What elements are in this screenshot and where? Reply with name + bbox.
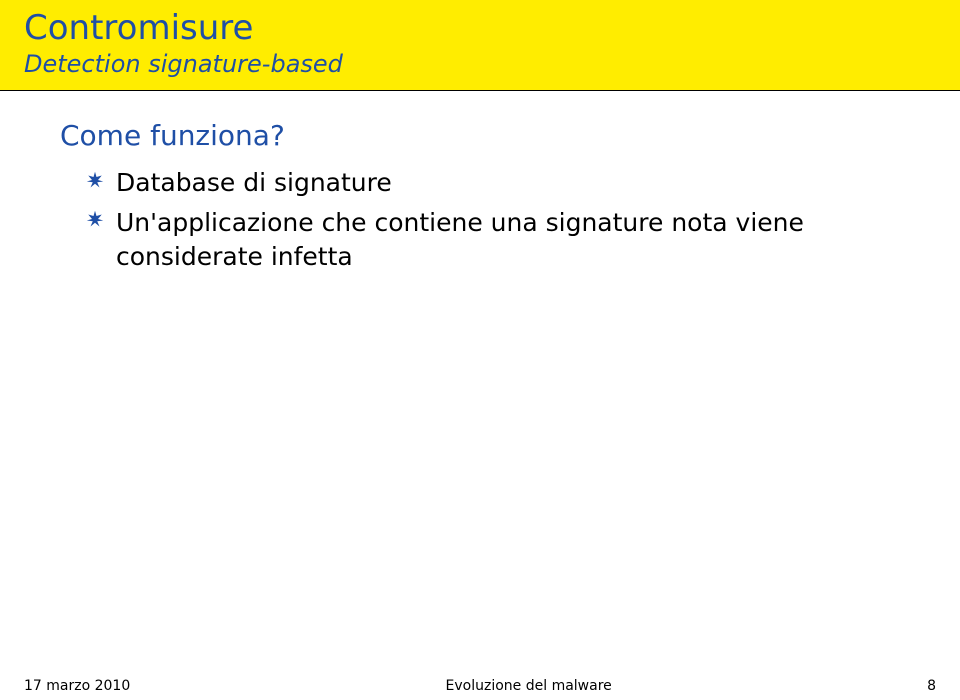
footer-date: 17 marzo 2010 bbox=[24, 678, 130, 694]
bullet-list: Database di signature Un'applicazione ch… bbox=[60, 166, 900, 273]
list-item: Database di signature bbox=[86, 166, 900, 200]
slide-subtitle: Detection signature-based bbox=[24, 50, 936, 78]
starburst-icon bbox=[86, 210, 104, 228]
footer-page-number: 8 bbox=[927, 678, 936, 694]
slide-body: Come funziona? Database di signature Un'… bbox=[0, 91, 960, 273]
slide-footer: 17 marzo 2010 Evoluzione del malware 8 bbox=[0, 678, 960, 700]
slide-header: Contromisure Detection signature-based bbox=[0, 0, 960, 91]
bullet-text: Database di signature bbox=[116, 168, 392, 197]
starburst-icon bbox=[86, 171, 104, 189]
section-heading: Come funziona? bbox=[60, 119, 900, 152]
slide-title: Contromisure bbox=[24, 8, 936, 48]
bullet-text: Un'applicazione che contiene una signatu… bbox=[116, 208, 804, 271]
footer-title: Evoluzione del malware bbox=[130, 678, 927, 694]
list-item: Un'applicazione che contiene una signatu… bbox=[86, 206, 900, 274]
